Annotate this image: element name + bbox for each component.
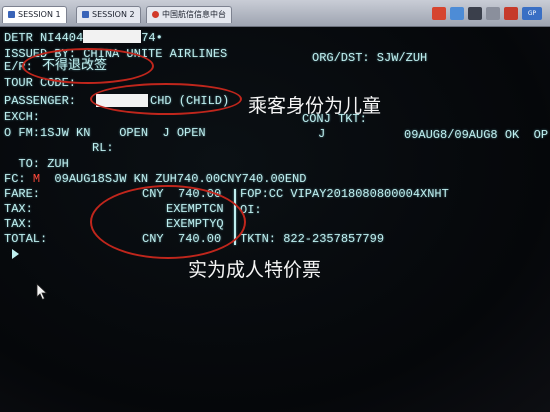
tab-label: SESSION 1 [18,10,61,19]
tab-session-1[interactable]: SESSION 1 [2,6,67,23]
mouse-pointer-icon [36,283,48,301]
session-tab-bar: SESSION 1 SESSION 2 中国航信信息中台 GP [0,0,550,27]
annotation-circle [90,185,246,259]
globe-icon [152,11,159,18]
total-label: TOTAL: [4,232,48,246]
annotation-adult-price: 实为成人特价票 [188,259,322,281]
annotation-circle [90,83,242,115]
terminal-screen[interactable]: DETR NI4404 74• ISSUED BY: CHINA UNITE AI… [0,27,550,412]
gp-badge[interactable]: GP [522,7,542,20]
command-line: DETR NI4404 74• [4,30,163,45]
app-icon[interactable] [432,7,446,20]
tab-label: SESSION 2 [92,10,135,19]
segment-dates: 09AUG8/09AUG8 OK OP [404,128,549,142]
fare-label: FARE: [4,187,41,201]
annotation-child-identity: 乘客身份为儿童 [248,95,382,117]
exch-label: EXCH: [4,110,41,124]
to-line: TO: ZUH [4,157,69,171]
rl-label: RL: [92,141,114,155]
ticket-number: TKTN: 822-2357857799 [240,232,385,246]
redacted-ticket [83,30,142,43]
flight-segment: O FM:1SJW KN OPEN J OPEN [4,126,206,140]
passenger-label: PASSENGER: [4,94,77,108]
app-icon[interactable] [486,7,500,20]
app-icon[interactable] [468,7,482,20]
app-icon[interactable] [504,7,518,20]
session-icon [8,11,15,18]
form-of-payment: FOP:CC VIPAY2018080800004XNHT [240,187,449,201]
org-dst: ORG/DST: SJW/ZUH [312,51,428,65]
annotation-circle [22,48,154,84]
tax1-label: TAX: [4,202,33,216]
class-code: J [318,127,326,141]
session-icon [82,11,89,18]
fc-mark: M [32,172,41,186]
fare-calc: FC: M 09AUG18SJW KN ZUH740.00CNY740.00EN… [4,172,307,186]
tab-session-2[interactable]: SESSION 2 [76,6,141,23]
app-icon[interactable] [450,7,464,20]
prompt-cursor [12,249,19,259]
tax2-label: TAX: [4,217,33,231]
tab-info-center[interactable]: 中国航信信息中台 [146,6,232,23]
tab-label: 中国航信信息中台 [162,10,226,19]
